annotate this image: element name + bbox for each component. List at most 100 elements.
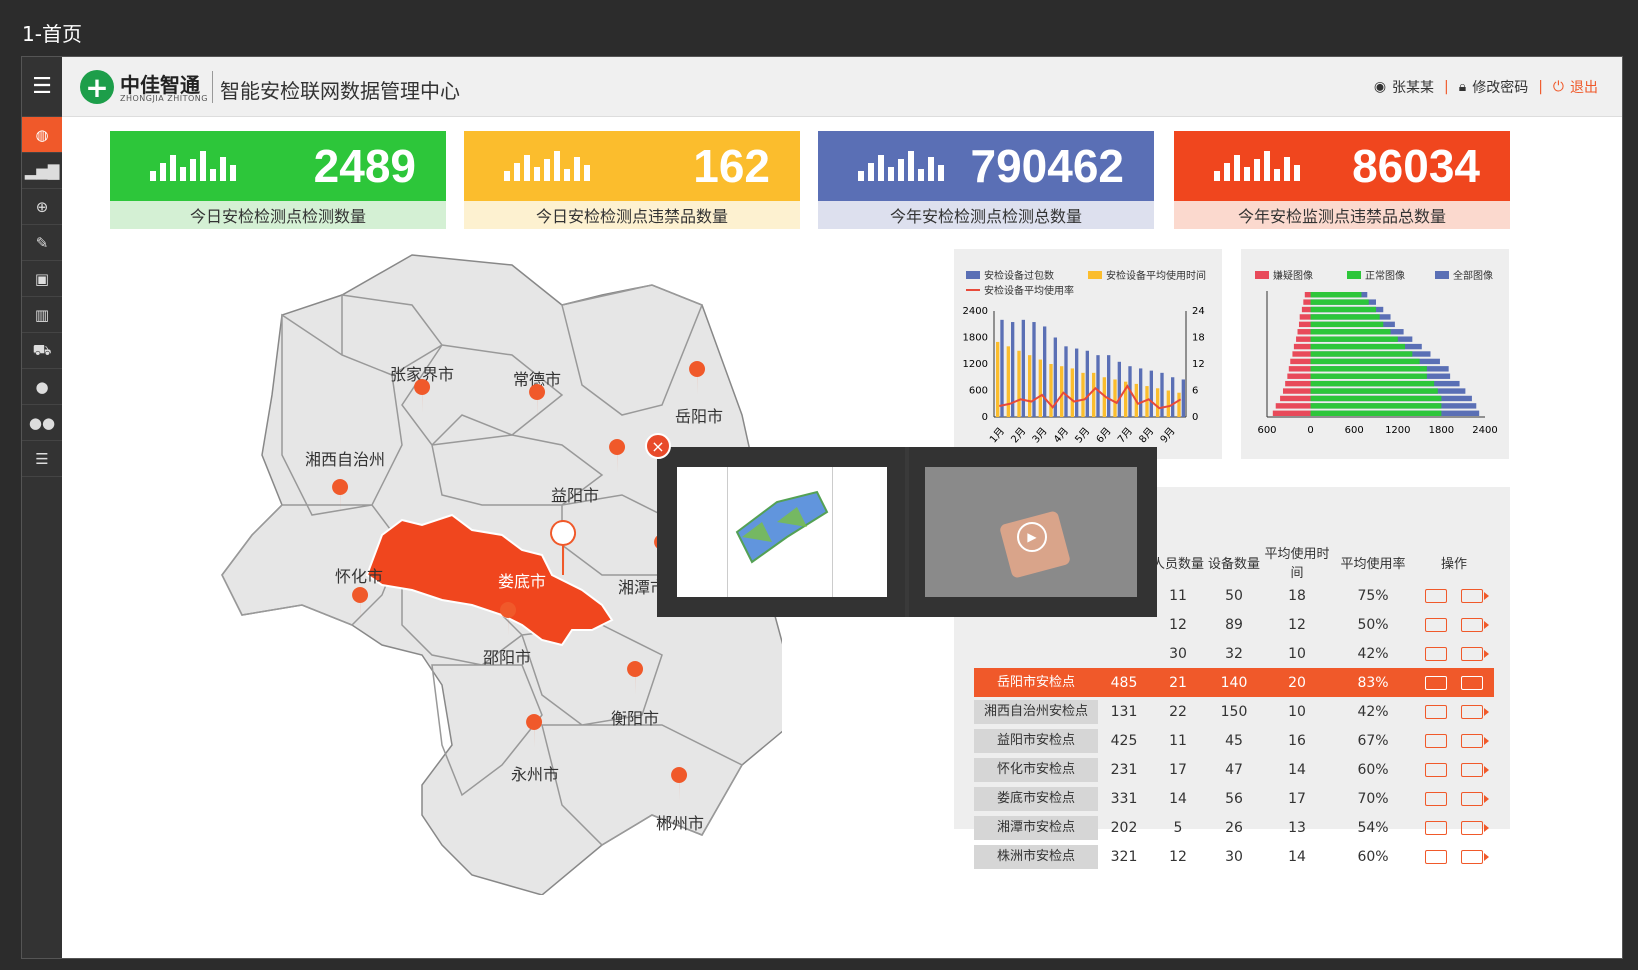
checkpoint-name-cell: 株洲市安检点 bbox=[974, 842, 1098, 871]
sidebar-item-home-globe-icon[interactable]: ◍ bbox=[22, 117, 62, 153]
logo-icon: + bbox=[80, 70, 114, 104]
sidebar-item-users-icon[interactable]: ●● bbox=[22, 405, 62, 441]
bar-packages bbox=[1043, 326, 1047, 417]
table-row[interactable]: 益阳市安检点 425 11 45 16 67% bbox=[974, 726, 1494, 755]
image-icon[interactable] bbox=[1425, 762, 1447, 777]
city-label[interactable]: 邵阳市 bbox=[483, 648, 531, 667]
bar-suspect bbox=[1303, 299, 1311, 305]
image-icon[interactable] bbox=[1425, 704, 1447, 719]
sidebar-item-user-icon[interactable]: ● bbox=[22, 369, 62, 405]
change-password-link[interactable]: 修改密码 bbox=[1472, 77, 1528, 97]
bar-packages bbox=[1107, 355, 1111, 417]
checkpoint-name[interactable]: 株洲市安检点 bbox=[974, 844, 1098, 869]
y-tick-label: 1800 bbox=[963, 333, 988, 344]
city-label-selected[interactable]: 娄底市 bbox=[498, 572, 546, 591]
bar-packages bbox=[1160, 372, 1164, 417]
table-row[interactable]: 30 32 10 42% bbox=[974, 639, 1494, 668]
x-tick-label: 6月 bbox=[1094, 425, 1114, 445]
table-row[interactable]: 岳阳市安检点 485 21 140 20 83% bbox=[974, 668, 1494, 697]
video-icon[interactable] bbox=[1461, 733, 1489, 748]
user-name[interactable]: 张某某 bbox=[1392, 77, 1434, 97]
bar-chart-icon bbox=[504, 151, 590, 181]
stat-label: 今年安检检测点检测总数量 bbox=[818, 201, 1154, 229]
video-icon[interactable] bbox=[1461, 820, 1489, 835]
video-icon[interactable] bbox=[1461, 704, 1489, 719]
image-icon[interactable] bbox=[1425, 791, 1447, 806]
bar-suspect bbox=[1298, 321, 1311, 328]
table-cell: 11 bbox=[1169, 732, 1187, 749]
table-row[interactable]: 株洲市安检点 321 12 30 14 60% bbox=[974, 842, 1494, 871]
sidebar-item-wrench-icon[interactable]: ✎ bbox=[22, 225, 62, 261]
sidebar-item-truck-icon[interactable]: ⛟ bbox=[22, 333, 62, 369]
divider: | bbox=[1538, 79, 1543, 95]
table-cell: 14 bbox=[1288, 761, 1306, 778]
city-label[interactable]: 岳阳市 bbox=[675, 407, 723, 426]
table-cell: 5 bbox=[1173, 819, 1183, 836]
video-icon[interactable] bbox=[1461, 646, 1489, 661]
user-bar: ◉ 张某某 | 🔒︎ 修改密码 | ⏻ 退出 bbox=[1374, 77, 1598, 97]
checkpoint-name[interactable]: 湘潭市安检点 bbox=[974, 815, 1098, 840]
video-icon[interactable] bbox=[1461, 762, 1489, 777]
image-icon[interactable] bbox=[1425, 820, 1447, 835]
checkpoint-name[interactable]: 娄底市安检点 bbox=[974, 786, 1098, 811]
play-icon[interactable]: ▶ bbox=[1017, 522, 1047, 552]
actions-cell bbox=[1414, 668, 1494, 697]
checkpoint-name[interactable]: 怀化市安检点 bbox=[974, 757, 1098, 782]
image-icon[interactable] bbox=[1425, 849, 1447, 864]
xray-image[interactable] bbox=[677, 467, 887, 597]
table-cell: 131 bbox=[1110, 703, 1138, 720]
logout-link[interactable]: 退出 bbox=[1570, 77, 1598, 97]
divider bbox=[212, 71, 213, 103]
video-icon[interactable] bbox=[1461, 675, 1489, 690]
video-icon[interactable] bbox=[1461, 588, 1489, 603]
x-tick-label: 4月 bbox=[1051, 425, 1071, 445]
table-row[interactable]: 湘潭市安检点 202 5 26 13 54% bbox=[974, 813, 1494, 842]
video-icon[interactable] bbox=[1461, 849, 1489, 864]
table-row[interactable]: 娄底市安检点 331 14 56 17 70% bbox=[974, 784, 1494, 813]
video-icon[interactable] bbox=[1461, 791, 1489, 806]
table-cell: 42% bbox=[1357, 703, 1389, 720]
checkpoint-name[interactable]: 益阳市安检点 bbox=[974, 728, 1098, 753]
close-popup-button[interactable]: × bbox=[645, 433, 671, 459]
bar-normal bbox=[1310, 403, 1442, 409]
city-label[interactable]: 郴州市 bbox=[656, 814, 704, 833]
image-icon[interactable] bbox=[1425, 617, 1447, 632]
city-label[interactable]: 怀化市 bbox=[335, 567, 383, 586]
table-row[interactable]: 湘西自治州安检点 131 22 150 10 42% bbox=[974, 697, 1494, 726]
video-thumbnail[interactable]: ▶ bbox=[925, 467, 1137, 597]
bar-packages bbox=[1117, 361, 1121, 417]
sidebar-item-building-icon[interactable]: ▥ bbox=[22, 297, 62, 333]
actions-cell bbox=[1414, 784, 1494, 813]
bar-suspect bbox=[1287, 373, 1311, 379]
video-icon[interactable] bbox=[1461, 617, 1489, 632]
bar-suspect bbox=[1272, 410, 1311, 416]
table-cell: 10 bbox=[1288, 703, 1306, 720]
sidebar-item-chart-icon[interactable]: ▂▅▇ bbox=[22, 153, 62, 189]
checkpoint-name[interactable]: 湘西自治州安检点 bbox=[974, 699, 1098, 724]
image-icon[interactable] bbox=[1425, 733, 1447, 748]
table-cell: 202 bbox=[1110, 819, 1138, 836]
image-icon[interactable] bbox=[1425, 675, 1447, 690]
sidebar-item-server-icon[interactable]: ☰ bbox=[22, 441, 62, 477]
sidebar-item-target-icon[interactable]: ⊕ bbox=[22, 189, 62, 225]
city-label[interactable]: 永州市 bbox=[511, 765, 559, 784]
lock-icon: 🔒︎ bbox=[1458, 79, 1467, 95]
table-row[interactable]: 怀化市安检点 231 17 47 14 60% bbox=[974, 755, 1494, 784]
menu-toggle-icon[interactable]: ☰ bbox=[22, 57, 62, 117]
x-tick-label: 2月 bbox=[1009, 425, 1029, 445]
city-label[interactable]: 湘西自治州 bbox=[305, 450, 385, 469]
actions-cell bbox=[1414, 610, 1494, 639]
x-tick-label: 1月 bbox=[987, 425, 1007, 445]
table-cell: 50 bbox=[1225, 587, 1243, 604]
bar-normal bbox=[1310, 380, 1435, 387]
x-tick-label: 3月 bbox=[1030, 425, 1050, 445]
image-icon[interactable] bbox=[1425, 646, 1447, 661]
user-icon: ◉ bbox=[1373, 79, 1387, 95]
table-cell: 17 bbox=[1288, 790, 1306, 807]
city-label[interactable]: 益阳市 bbox=[551, 486, 599, 505]
image-icon[interactable] bbox=[1425, 588, 1447, 603]
checkpoint-name[interactable]: 岳阳市安检点 bbox=[974, 670, 1098, 695]
sidebar-item-image-icon[interactable]: ▣ bbox=[22, 261, 62, 297]
city-label[interactable]: 衡阳市 bbox=[611, 709, 659, 728]
actions-cell bbox=[1414, 697, 1494, 726]
